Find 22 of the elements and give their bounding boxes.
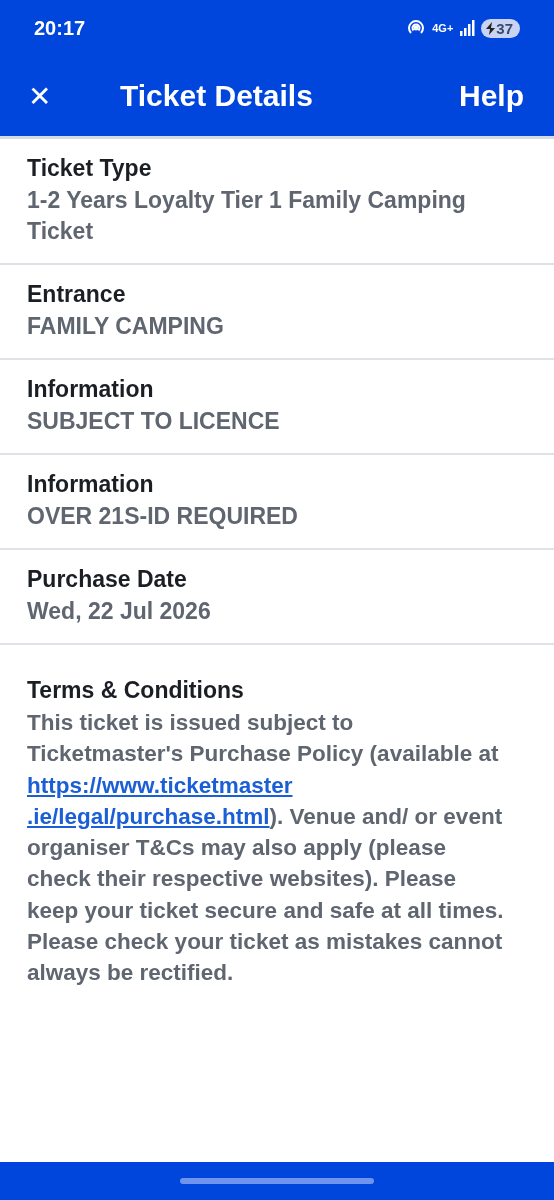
close-button[interactable]: ✕: [24, 79, 54, 113]
field-label: Information: [27, 375, 155, 404]
home-handle[interactable]: [180, 1178, 374, 1184]
network-label: 4G+: [432, 22, 454, 34]
help-button[interactable]: Help: [459, 79, 524, 113]
page-title: Ticket Details: [120, 79, 314, 113]
field-label: Terms & Conditions: [27, 676, 245, 705]
field-label: Information: [27, 470, 155, 499]
field-label: Entrance: [27, 280, 127, 309]
battery-indicator: 37: [481, 18, 520, 38]
signal-icon: [459, 20, 476, 36]
field-value: Wed, 22 Jul 2026: [27, 597, 212, 626]
policy-link[interactable]: .ie/legal/purchase.html: [27, 803, 270, 829]
terms-paragraph: This ticket is issued subject to Ticketmaster's Purchase Policy (available at https://www.ticketmaster .ie/legal/purchase.html). Venue and/ or event organiser T&Cs may also apply (please check their respective websites). Please keep your ticket secure and safe at all times. Please check your ticket as mistakes cannot always be rectified.: [27, 709, 505, 988]
field-label: Purchase Date: [27, 565, 188, 594]
field-value: SUBJECT TO LICENCE: [27, 407, 281, 436]
field-label: Ticket Type: [27, 154, 153, 183]
status-time: 20:17: [34, 16, 87, 40]
field-value: 1-2 Years Loyalty Tier 1 Family Camping Ticket: [27, 186, 467, 246]
policy-link[interactable]: https://www.ticketmaster: [27, 772, 293, 798]
field-value: FAMILY CAMPING: [27, 312, 225, 341]
field-value: OVER 21S-ID REQUIRED: [27, 502, 299, 531]
